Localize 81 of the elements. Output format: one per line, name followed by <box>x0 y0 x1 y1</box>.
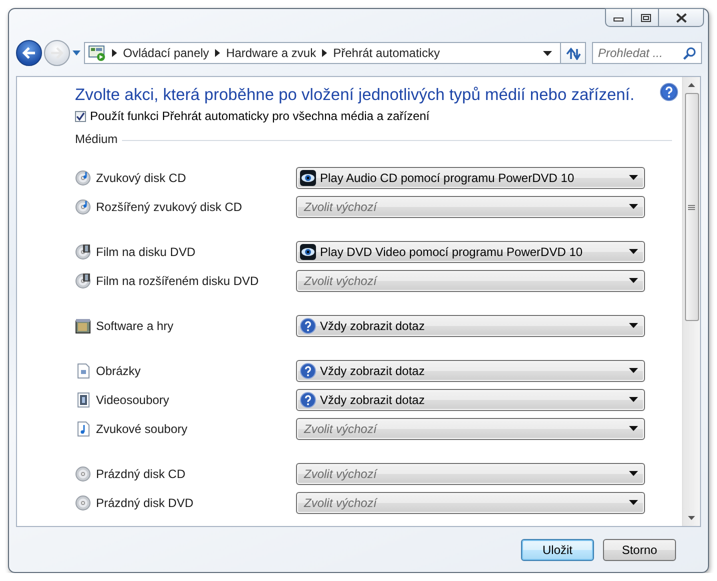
media-type-label: Film na disku DVD <box>96 244 196 258</box>
checkbox-label: Použít funkci Přehrát automaticky pro všechna média a zařízení <box>90 109 430 123</box>
action-dropdown[interactable]: Play Audio CD pomocí programu PowerDVD 10 <box>296 166 645 188</box>
film-disc-icon <box>75 244 91 260</box>
action-dropdown[interactable]: Vždy zobrazit dotaz <box>296 388 645 410</box>
media-type-label: Videosoubory <box>96 392 170 406</box>
disc-icon <box>75 466 91 482</box>
action-dropdown[interactable]: Vždy zobrazit dotaz <box>296 360 645 382</box>
chevron-icon <box>322 49 328 57</box>
up-arrow-icon <box>688 83 695 87</box>
checkbox[interactable] <box>75 110 86 122</box>
media-type-label: Rozšířený zvukový disk CD <box>96 200 242 214</box>
video-file-icon <box>75 392 91 408</box>
film-disc-icon <box>75 272 91 288</box>
caret-icon <box>72 50 81 56</box>
maximize-button[interactable] <box>631 8 659 27</box>
media-type-label: Obrázky <box>96 364 141 378</box>
help-icon <box>300 318 316 334</box>
search-icon <box>683 47 696 60</box>
caret-icon <box>629 278 638 283</box>
media-type-label: Software a hry <box>96 318 174 332</box>
section-title: Médium <box>75 132 118 146</box>
media-type-label: Zvukové soubory <box>96 422 188 436</box>
search-field[interactable]: Prohledat ... <box>592 42 702 64</box>
action-dropdown[interactable]: Vždy zobrazit dotaz <box>296 314 645 336</box>
image-file-icon <box>75 362 91 378</box>
cancel-button[interactable]: Storno <box>603 538 676 560</box>
eye-icon <box>300 244 316 260</box>
disc-icon <box>75 494 91 510</box>
audio-file-icon <box>75 420 91 436</box>
refresh-icon <box>565 46 581 60</box>
caret-icon <box>629 249 638 254</box>
help-icon <box>300 362 316 378</box>
close-button[interactable] <box>658 8 704 27</box>
grip-icon <box>688 204 695 210</box>
caret-icon <box>629 397 638 402</box>
maximize-icon <box>640 12 650 22</box>
action-dropdown[interactable]: Zvolit výchozí <box>296 418 645 440</box>
chevron-icon <box>112 49 117 57</box>
address-bar[interactable]: Ovládací panely Hardware a zvuk Přehrát automaticky <box>84 42 560 64</box>
page-heading: Zvolte akci, která proběhne po vložení jednotlivých typů médií nebo zařízení. <box>75 85 634 106</box>
music-disc-icon <box>75 198 91 214</box>
action-dropdown[interactable]: Zvolit výchozí <box>296 270 645 292</box>
scrollbar-thumb[interactable] <box>684 93 698 321</box>
caret-icon <box>629 368 638 373</box>
breadcrumb-link[interactable]: Přehrát automaticky <box>333 46 440 60</box>
caret-icon <box>629 175 638 180</box>
media-type-label: Zvukový disk CD <box>96 170 186 184</box>
control-panel-icon <box>88 45 106 61</box>
help-icon <box>300 392 316 408</box>
back-button[interactable] <box>16 40 42 66</box>
media-type-label: Film na rozšířeném disku DVD <box>96 274 259 288</box>
eye-icon <box>300 170 316 186</box>
action-dropdown[interactable]: Zvolit výchozí <box>296 462 645 484</box>
caret-icon <box>543 50 552 56</box>
software-box-icon <box>75 318 91 334</box>
caret-icon <box>629 204 638 209</box>
right-arrow-icon <box>50 47 64 59</box>
caret-icon <box>629 500 638 505</box>
music-disc-icon <box>75 170 91 186</box>
media-type-label: Prázdný disk DVD <box>96 496 194 510</box>
action-dropdown[interactable]: Zvolit výchozí <box>296 196 645 218</box>
vertical-scrollbar[interactable] <box>682 77 700 526</box>
recent-pages-button[interactable] <box>70 50 83 56</box>
checkmark-icon <box>76 112 85 120</box>
action-dropdown[interactable]: Play DVD Video pomocí programu PowerDVD 10 <box>296 240 645 262</box>
left-arrow-icon <box>22 47 36 59</box>
save-button[interactable]: Uložit <box>521 538 594 560</box>
breadcrumb-link[interactable]: Ovládací panely <box>123 46 210 60</box>
minimize-button[interactable] <box>605 8 632 27</box>
caret-icon <box>629 323 638 328</box>
close-icon <box>676 12 686 22</box>
caret-icon <box>629 471 638 476</box>
down-arrow-icon <box>688 516 695 520</box>
help-icon <box>660 83 678 101</box>
media-type-label: Prázdný disk CD <box>96 466 186 480</box>
caret-icon <box>629 426 638 431</box>
refresh-button[interactable] <box>560 42 586 64</box>
action-dropdown[interactable]: Zvolit výchozí <box>296 492 645 514</box>
chevron-icon <box>215 49 220 57</box>
breadcrumb-link[interactable]: Hardware a zvuk <box>226 46 316 60</box>
